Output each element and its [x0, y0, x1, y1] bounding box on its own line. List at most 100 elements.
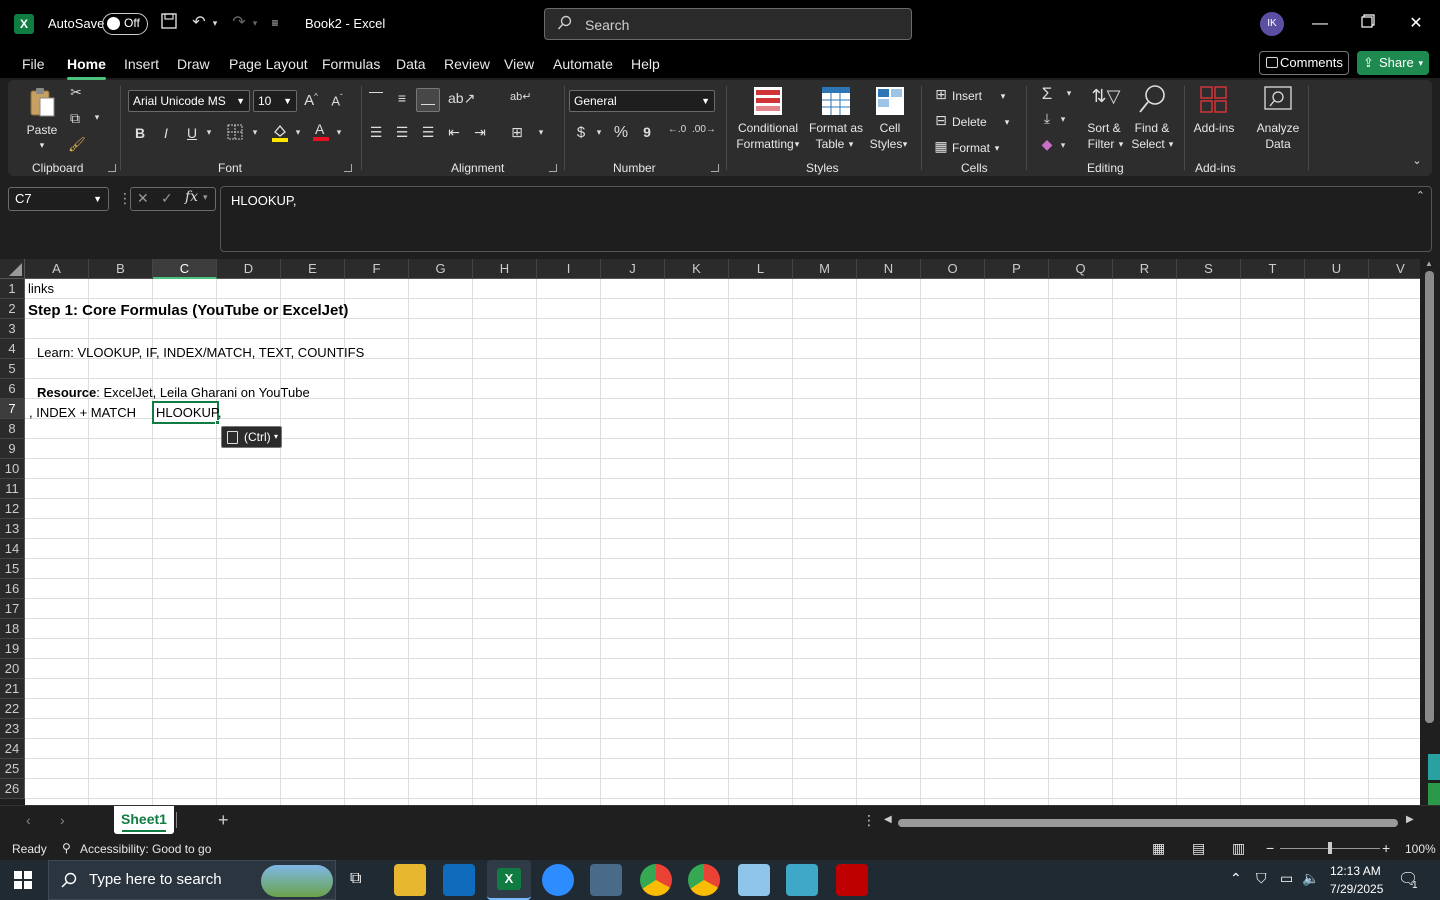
vertical-scroll-thumb[interactable] [1425, 271, 1434, 723]
tab-split-handle[interactable]: ⋮ [862, 812, 876, 829]
filezilla-icon[interactable] [836, 864, 868, 896]
chevron-down-icon[interactable]: ▾ [846, 136, 856, 152]
format-painter-icon[interactable]: 🖌 [68, 136, 86, 153]
autosum-icon[interactable]: Σ [1038, 84, 1056, 104]
number-launcher-icon[interactable] [711, 164, 719, 172]
confirm-entry-icon[interactable]: ✓ [161, 190, 173, 207]
row-header-12[interactable]: 12 [0, 499, 25, 519]
scroll-left-icon[interactable]: ◀ [884, 814, 892, 825]
font-launcher-icon[interactable] [344, 164, 352, 172]
row-header-16[interactable]: 16 [0, 579, 25, 599]
format-cells-label[interactable]: Format [952, 140, 994, 156]
row-header-20[interactable]: 20 [0, 659, 25, 679]
tab-file[interactable]: File [22, 56, 45, 72]
restore-icon[interactable] [1356, 12, 1380, 36]
tab-view[interactable]: View [504, 56, 534, 72]
conditional-formatting-label-1[interactable]: Conditional [732, 120, 804, 136]
save-icon[interactable] [158, 12, 180, 34]
task-view-icon[interactable]: ⧉ [350, 870, 361, 888]
clock-date[interactable]: 7/29/2025 [1330, 882, 1383, 896]
paste-icon[interactable] [28, 86, 56, 120]
increase-indent-icon[interactable]: ⇥ [472, 124, 488, 141]
copy-icon[interactable]: ⧉ [66, 110, 84, 127]
row-header-24[interactable]: 24 [0, 739, 25, 759]
customize-toolbar-icon[interactable]: ≡ [264, 12, 286, 34]
clear-icon[interactable]: ◆ [1038, 136, 1056, 153]
scroll-up-icon[interactable]: ▲ [1425, 259, 1433, 268]
merge-dropdown-icon[interactable]: ▾ [536, 127, 546, 138]
column-header-I[interactable]: I [537, 259, 601, 279]
decrease-decimal-icon[interactable]: .00→ [692, 124, 716, 135]
column-header-U[interactable]: U [1305, 259, 1369, 279]
insert-cells-label[interactable]: Insert [952, 88, 988, 104]
outlook-icon[interactable] [443, 864, 475, 896]
fill-color-icon[interactable] [270, 122, 290, 145]
tab-help[interactable]: Help [631, 56, 660, 72]
insert-cells-icon[interactable]: ⊞ [932, 86, 950, 103]
align-middle-icon[interactable]: ≡ [394, 90, 410, 106]
chevron-down-icon[interactable]: ▾ [203, 192, 208, 203]
column-header-P[interactable]: P [985, 259, 1049, 279]
column-header-G[interactable]: G [409, 259, 473, 279]
row-header-10[interactable]: 10 [0, 459, 25, 479]
fill-dropdown-icon[interactable]: ▾ [1058, 114, 1068, 125]
row-header-2[interactable]: 2 [0, 299, 25, 319]
prev-sheet-icon[interactable]: ‹ [26, 812, 31, 828]
cell-A4[interactable]: Learn: VLOOKUP, IF, INDEX/MATCH, TEXT, C… [37, 345, 364, 360]
paste-label[interactable]: Paste [26, 122, 58, 138]
borders-dropdown-icon[interactable]: ▾ [250, 127, 260, 138]
currency-icon[interactable]: $ [574, 124, 588, 141]
chrome-icon[interactable] [640, 864, 672, 896]
column-header-A[interactable]: A [25, 259, 89, 279]
cell-styles-icon[interactable] [874, 86, 906, 118]
row-header-22[interactable]: 22 [0, 699, 25, 719]
format-cells-icon[interactable]: ▦ [932, 138, 950, 155]
tab-draw[interactable]: Draw [177, 56, 210, 72]
excel-taskbar-icon[interactable]: X [487, 860, 531, 900]
copy-dropdown-icon[interactable]: ▾ [92, 112, 102, 123]
volume-icon[interactable]: 🔈 [1302, 870, 1319, 887]
column-header-O[interactable]: O [921, 259, 985, 279]
chevron-down-icon[interactable]: ▾ [1002, 114, 1012, 130]
cell-A1[interactable]: links [28, 281, 54, 296]
font-color-icon[interactable]: A [311, 120, 331, 145]
row-header-1[interactable]: 1 [0, 279, 25, 299]
security-icon[interactable]: ⛉ [1256, 870, 1267, 887]
insert-function-button[interactable]: fx [185, 189, 198, 205]
addins-label[interactable]: Add-ins [1190, 120, 1238, 136]
find-select-icon[interactable] [1136, 84, 1168, 117]
column-header-K[interactable]: K [665, 259, 729, 279]
column-header-H[interactable]: H [473, 259, 537, 279]
column-header-L[interactable]: L [729, 259, 793, 279]
align-bottom-icon[interactable]: ⎽ [416, 88, 440, 112]
row-header-4[interactable]: 4 [0, 339, 25, 359]
row-header-14[interactable]: 14 [0, 539, 25, 559]
row-header-23[interactable]: 23 [0, 719, 25, 739]
zoom-slider-thumb[interactable] [1328, 842, 1332, 854]
orientation-icon[interactable]: ab↗ [448, 90, 475, 107]
horizontal-scroll-thumb[interactable] [898, 819, 1398, 827]
row-header-13[interactable]: 13 [0, 519, 25, 539]
scroll-right-icon[interactable]: ▶ [1406, 814, 1414, 825]
network-icon[interactable]: ▭ [1280, 870, 1293, 887]
share-button[interactable]: ⇪ Share ▾ [1357, 51, 1429, 75]
column-header-J[interactable]: J [601, 259, 665, 279]
alignment-launcher-icon[interactable] [549, 164, 557, 172]
clock-time[interactable]: 12:13 AM [1330, 864, 1381, 878]
underline-button[interactable]: U [184, 125, 200, 141]
font-size-select[interactable]: 10 ▼ [253, 90, 297, 112]
undo-dropdown-icon[interactable]: ▾ [204, 12, 226, 34]
row-header-7[interactable]: 7 [0, 399, 25, 419]
fill-color-dropdown-icon[interactable]: ▾ [293, 127, 303, 138]
comments-button[interactable]: Comments [1259, 51, 1349, 75]
row-header-17[interactable]: 17 [0, 599, 25, 619]
column-header-M[interactable]: M [793, 259, 857, 279]
paste-options-button[interactable]: (Ctrl) ▾ [221, 426, 282, 448]
tab-data[interactable]: Data [396, 56, 426, 72]
delete-cells-icon[interactable]: ⊟ [932, 112, 950, 129]
tab-formulas[interactable]: Formulas [322, 56, 380, 72]
find-select-label-2[interactable]: Select [1128, 136, 1168, 152]
clear-dropdown-icon[interactable]: ▾ [1058, 140, 1068, 151]
add-sheet-button[interactable]: + [218, 810, 229, 831]
analyze-data-icon[interactable] [1262, 86, 1294, 117]
